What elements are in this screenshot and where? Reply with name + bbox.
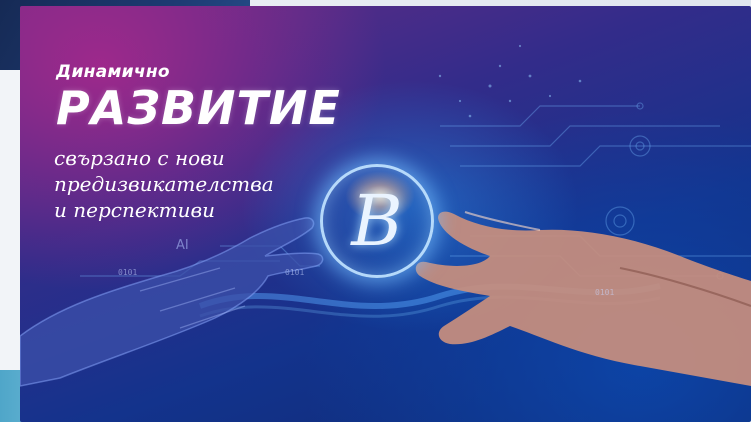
robot-hand-icon bbox=[20, 217, 324, 387]
subtitle-line-3: и перспективи bbox=[54, 198, 215, 222]
headline-big: РАЗВИТИЕ bbox=[56, 81, 341, 135]
binary-label: 0101 bbox=[595, 288, 615, 297]
logo-b-icon: B bbox=[320, 164, 434, 278]
ai-label: AI bbox=[176, 238, 189, 253]
background-strip-left bbox=[0, 70, 20, 370]
logo-letter: B bbox=[351, 180, 403, 262]
headline-small: Динамично bbox=[56, 62, 170, 82]
promo-banner[interactable]: Динамично РАЗВИТИЕ свързано с нови преди… bbox=[20, 6, 751, 422]
subtitle-line-2: предизвикателства bbox=[54, 172, 274, 196]
binary-label: 0101 bbox=[285, 268, 305, 277]
binary-label: 0101 bbox=[118, 268, 138, 277]
subtitle-line-1: свързано с нови bbox=[54, 146, 225, 170]
